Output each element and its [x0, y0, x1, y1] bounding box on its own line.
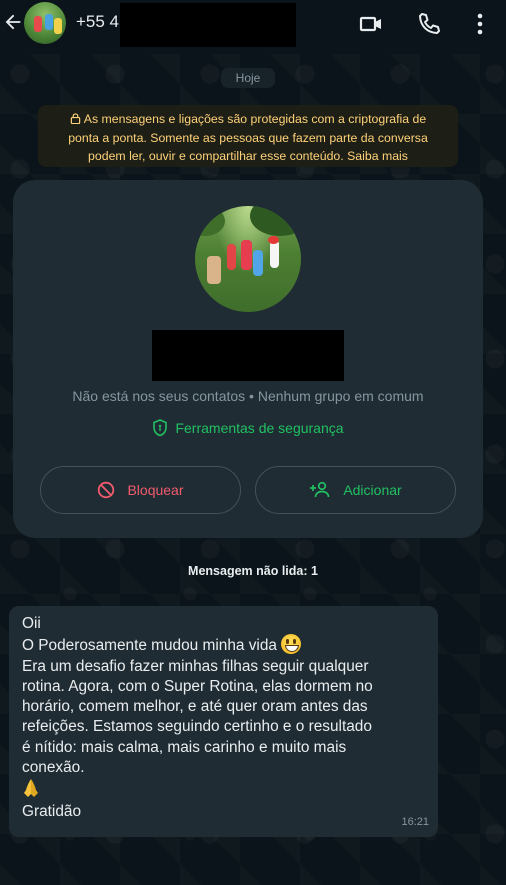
contact-number[interactable]: +55 4 — [76, 12, 119, 32]
block-label: Bloquear — [127, 482, 184, 498]
security-tools-link[interactable]: Ferramentas de segurança — [13, 419, 483, 437]
encryption-notice-line1: As mensagens e ligações são protegidas c… — [46, 110, 450, 129]
message-line: refeições. Estamos seguindo certinho e o… — [22, 718, 372, 736]
message-line: Gratidão — [22, 802, 82, 820]
redacted-block — [120, 3, 296, 47]
add-contact-button[interactable]: Adicionar — [255, 466, 456, 514]
message-line: Era um desafio fazer minhas filhas segui… — [22, 657, 369, 675]
security-tools-label: Ferramentas de segurança — [175, 420, 344, 436]
encryption-notice[interactable]: As mensagens e ligações são protegidas c… — [38, 105, 458, 167]
back-arrow-icon[interactable] — [2, 11, 24, 33]
phone-icon[interactable] — [416, 11, 442, 37]
encryption-text-3: podem ler, ouvir e compartilhar esse con… — [88, 149, 408, 163]
message-line: rotina. Agora, com o Super Rotina, elas … — [22, 677, 373, 695]
encryption-text-2: ponta a ponta. Somente as pessoas que fa… — [68, 130, 428, 145]
video-call-icon[interactable] — [358, 11, 384, 37]
message-line-text: O Poderosamente mudou minha vida — [22, 637, 277, 655]
shield-icon — [153, 419, 168, 437]
add-label: Adicionar — [343, 482, 402, 498]
date-chip: Hoje — [221, 68, 275, 88]
avatar[interactable] — [24, 2, 66, 44]
message-timestamp: 16:21 — [401, 815, 429, 828]
message-line: conexão. — [22, 759, 85, 777]
message-line: horário, comem melhor, e até quer oram a… — [22, 698, 368, 716]
folded-hands-icon — [24, 779, 38, 798]
message-line — [22, 778, 428, 801]
redacted-contact-name — [152, 330, 344, 381]
unread-messages-label: Mensagem não lida: 1 — [188, 564, 318, 578]
block-button[interactable]: Bloquear — [40, 466, 241, 514]
message-line: Oii — [22, 615, 41, 632]
block-icon — [98, 481, 115, 499]
incoming-message-bubble[interactable]: Oii O Poderosamente mudou minha vida Era… — [9, 606, 438, 837]
lock-icon — [70, 113, 80, 124]
add-person-icon — [310, 481, 330, 498]
not-in-contacts-text: Não está nos seus contatos • Nenhum grup… — [72, 388, 424, 404]
encryption-text-1: As mensagens e ligações são protegidas c… — [83, 112, 427, 126]
contact-info-card: Não está nos seus contatos • Nenhum grup… — [13, 180, 483, 538]
message-line: O Poderosamente mudou minha vida — [22, 634, 428, 656]
profile-picture[interactable] — [195, 206, 301, 312]
message-line: é nítido: mais calma, mais carinho e mui… — [22, 738, 347, 756]
chat-header: +55 4 — [0, 0, 506, 54]
grinning-face-icon — [280, 634, 301, 655]
more-vertical-icon[interactable] — [467, 11, 493, 37]
